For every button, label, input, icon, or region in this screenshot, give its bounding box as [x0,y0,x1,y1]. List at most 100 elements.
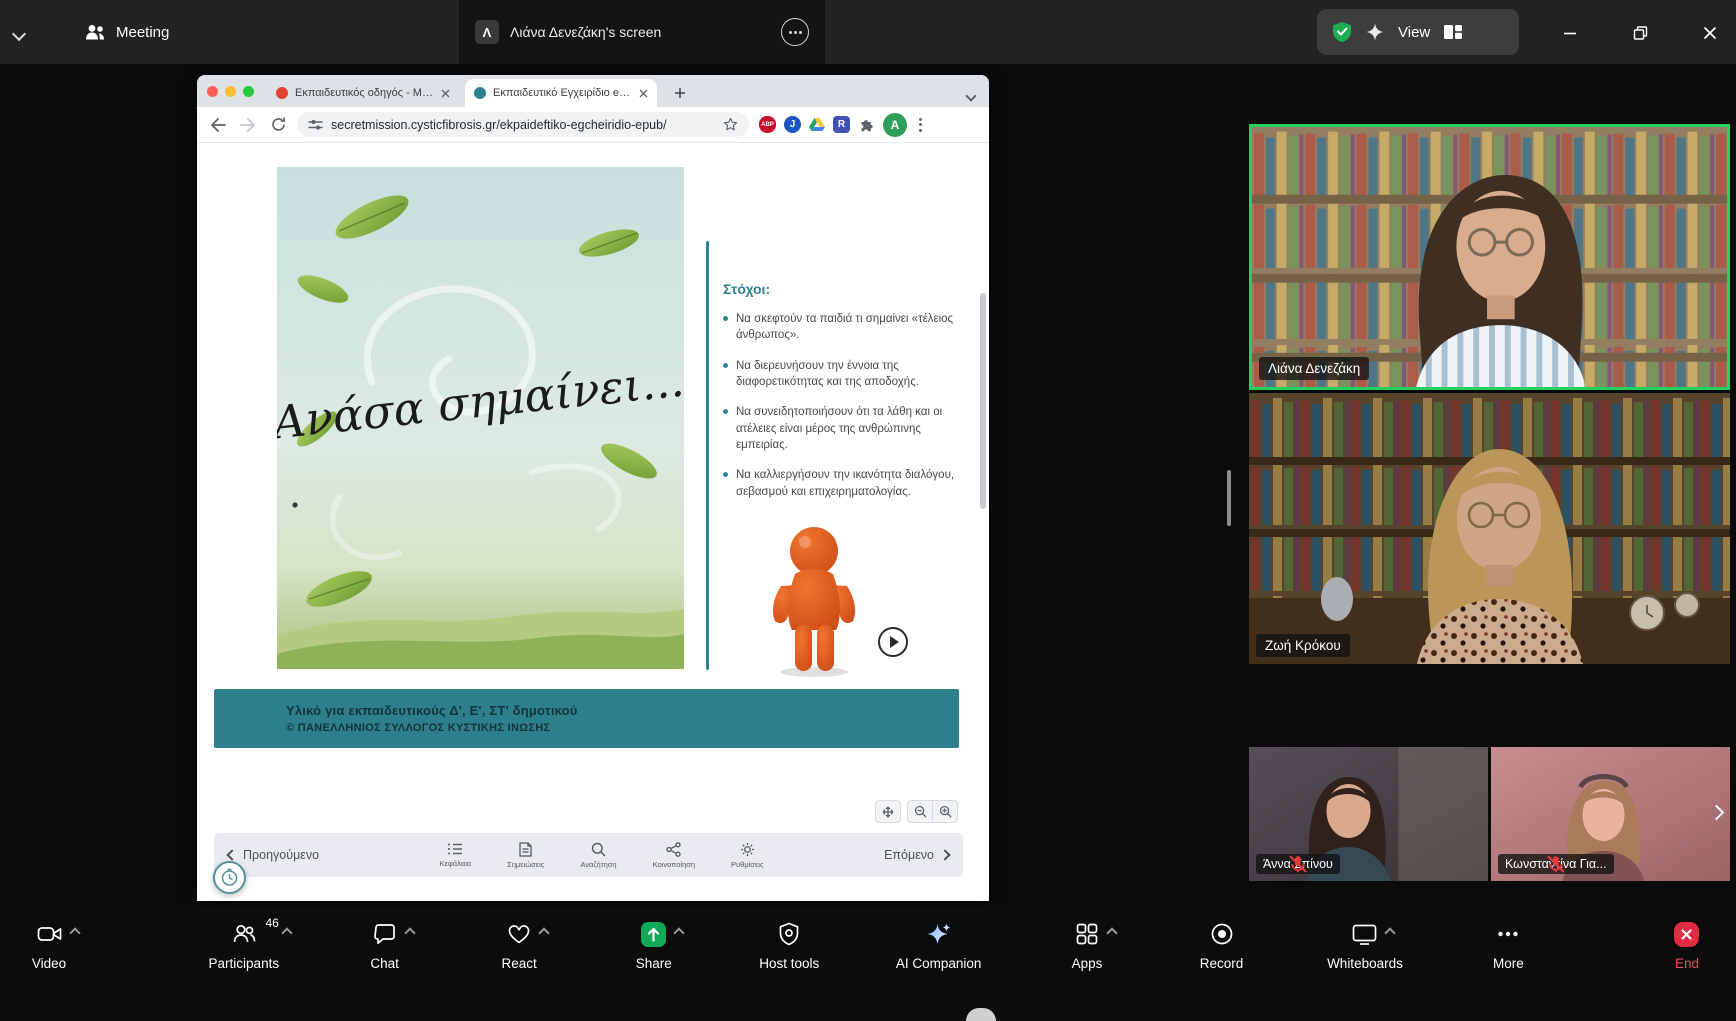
mac-close-icon [207,86,218,97]
zoom-titlebar: Meeting Λ Λιάνα Δενεζάκη's screen View [0,0,1736,64]
tab1-close-icon[interactable] [441,89,450,98]
forward-button[interactable] [237,114,259,136]
restore-button[interactable] [1622,15,1658,51]
layout-view-icon [1443,22,1463,42]
chat-button[interactable]: Chat [356,919,414,1021]
collapse-chevron-icon[interactable] [14,26,24,44]
video-tile-3[interactable]: Άννα Σπίνου [1249,747,1488,881]
fit-page-button[interactable] [875,800,901,823]
zoom-in-button[interactable] [932,800,958,823]
browser-tab-2-active[interactable]: Εκπαιδευτικό Εγχειρίδιο ePu [465,79,657,107]
r-extension-icon[interactable]: R [833,116,850,133]
meeting-label: Meeting [116,24,169,41]
share-avatar: Λ [475,20,499,44]
ai-companion-button[interactable]: AI Companion [896,919,982,1021]
host-tools-button[interactable]: Host tools [759,919,819,1021]
security-shield-icon [1332,21,1352,43]
fly-dot [292,502,297,507]
record-button[interactable]: Record [1193,919,1251,1021]
reader-nav-bar: Προηγούμενο Κεφάλαια Σημειώσεις Αναζήτησ… [214,833,963,877]
search-button[interactable]: Αναζήτηση [580,842,616,869]
browser-menu-icon[interactable] [915,118,926,132]
video-tile-active-speaker[interactable]: Λιάνα Δενεζάκη [1249,124,1730,390]
whiteboards-button[interactable]: Whiteboards [1327,919,1403,1021]
shield-icon [776,921,802,947]
meeting-tab[interactable]: Meeting [84,0,169,64]
j-extension-icon[interactable]: J [784,116,801,133]
profile-avatar[interactable]: A [883,113,907,137]
heart-icon [506,921,532,947]
browser-tab-1[interactable]: Εκπαιδευτικός οδηγός - Μυσ [267,79,459,107]
reload-button[interactable] [267,114,289,136]
reader-menu: Κεφάλαια Σημειώσεις Αναζήτηση Κοινοποίησ… [440,842,764,869]
video-button[interactable]: Video [20,919,78,1021]
share-page-button[interactable]: Κοινοποίηση [653,842,695,869]
share-options-chevron[interactable] [675,924,683,942]
panel-resize-handle[interactable] [1227,470,1231,526]
tab-search-chevron-icon[interactable] [967,87,975,105]
close-button[interactable] [1692,15,1728,51]
whiteboard-icon [1351,921,1378,947]
meeting-controls-toolbar: Video 46 Participants Chat React [0,906,1736,1021]
bookmark-star-icon[interactable] [723,117,738,132]
tab2-close-icon[interactable] [639,89,648,98]
address-bar[interactable]: secretmission.cysticfibrosis.gr/ekpaidef… [297,112,749,137]
next-label: Επόμενο [884,848,934,862]
back-button[interactable] [207,114,229,136]
share-button[interactable]: Share [625,919,683,1021]
more-button[interactable]: More [1479,919,1537,1021]
site-info-icon[interactable] [308,118,323,131]
goals-heading: Στόχοι: [723,281,965,297]
window-traffic-lights[interactable] [207,86,254,97]
react-options-chevron[interactable] [540,924,548,942]
tab1-label: Εκπαιδευτικός οδηγός - Μυσ [295,87,434,99]
tab-more-icon[interactable] [781,18,809,46]
record-icon [1209,921,1235,947]
apps-grid-icon [1074,921,1100,947]
page-scrollbar-thumb[interactable] [980,293,986,509]
screen-share-tab[interactable]: Λ Λιάνα Δενεζάκη's screen [459,0,825,64]
video-options-chevron[interactable] [71,924,79,942]
teal-banner: Υλικό για εκπαιδευτικούς Δ', Ε', ΣΤ' δημ… [214,689,959,748]
view-controls[interactable]: View [1317,9,1519,55]
video-tile-2[interactable]: Ζωή Κρόκου [1249,393,1730,664]
goal-item: Να καλλιεργήσουν την ικανότητα διαλόγου,… [723,467,965,500]
participant-name-badge: Ζωή Κρόκου [1256,634,1350,657]
video-gallery-row: Άννα Σπίνου [1249,747,1730,881]
settings-button[interactable]: Ρυθμίσεις [731,842,764,869]
next-page-button[interactable]: Επόμενο [884,848,949,862]
share-screen-icon [640,921,667,948]
chapters-button[interactable]: Κεφάλαια [440,842,472,869]
browser-tabstrip: Εκπαιδευτικός οδηγός - Μυσ Εκπαιδευτικό … [197,75,989,107]
new-tab-button[interactable] [669,82,691,104]
participants-button[interactable]: 46 Participants [209,919,280,1021]
react-button[interactable]: React [490,919,548,1021]
banner-line1: Υλικό για εκπαιδευτικούς Δ', Ε', ΣΤ' δημ… [286,703,959,718]
apps-button[interactable]: Apps [1058,919,1116,1021]
clay-figure-image [767,524,861,678]
end-meeting-button[interactable]: End [1658,919,1716,1021]
more-dots-icon [1495,921,1521,947]
apps-options-chevron[interactable] [1108,924,1116,942]
view-label: View [1398,24,1430,41]
tab2-label: Εκπαιδευτικό Εγχειρίδιο ePu [493,87,632,99]
adblock-extension-icon[interactable]: ABP [759,116,776,133]
previous-page-button[interactable]: Προηγούμενο [228,848,319,862]
zoom-out-button[interactable] [907,800,932,823]
whiteboards-options-chevron[interactable] [1386,924,1394,942]
video-tile-4[interactable]: Κωνσταντίνα Για... [1491,747,1730,881]
ai-sparkle-icon [926,921,952,947]
timer-clock-button[interactable] [213,861,246,894]
play-audio-button[interactable] [878,627,908,657]
gallery-next-button[interactable] [1705,799,1728,829]
minimize-button[interactable] [1552,15,1588,51]
chat-options-chevron[interactable] [406,924,414,942]
extensions-puzzle-icon[interactable] [858,116,875,133]
notes-button[interactable]: Σημειώσεις [507,842,544,869]
participants-options-chevron[interactable] [283,924,291,942]
notes-label: Σημειώσεις [507,860,544,869]
sparkle-icon [1365,22,1385,42]
muted-mic-icon [1256,854,1340,874]
drive-extension-icon[interactable] [809,117,825,132]
section-divider [706,241,709,670]
